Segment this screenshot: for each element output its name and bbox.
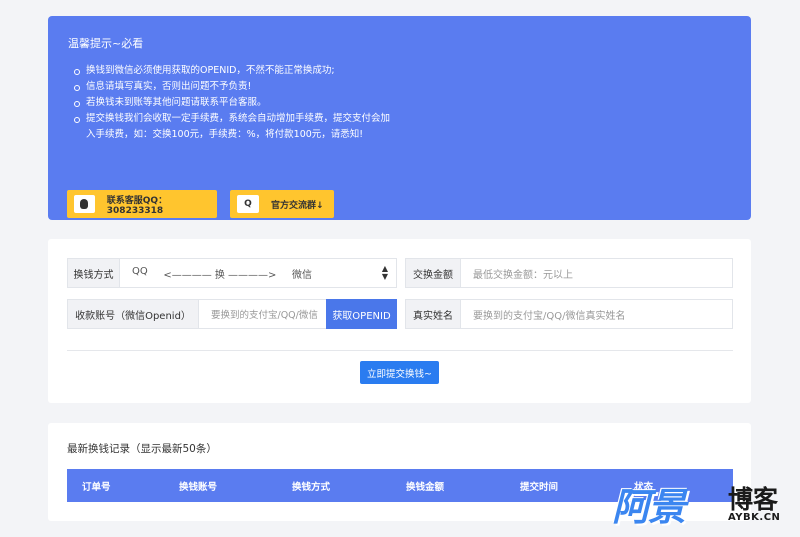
notice-item: 若换钱未到账等其他问题请联系平台客服。 [74,95,394,111]
account-field[interactable]: 收款账号（微信Openid） 要换到的支付宝/QQ/微信 获取OPENID [67,299,397,329]
notice-panel: 温馨提示~必看 换钱到微信必须使用获取的OPENID，不然不能正常换成功; 信息… [48,16,751,220]
watermark-url: AYBK.CN [728,512,781,523]
method-to: 微信 [292,269,312,281]
notice-list: 换钱到微信必须使用获取的OPENID，不然不能正常换成功; 信息请填写真实，否则… [74,63,394,143]
column-header: 订单号 [82,482,111,493]
column-header: 换钱金额 [406,482,445,493]
exchange-form: 换钱方式 QQ <———— 换 ————> 微信 ▲ ▼ 交换金额 最低交换金额：… [48,239,751,403]
notice-title: 温馨提示~必看 [68,37,144,50]
method-select[interactable]: 换钱方式 QQ <———— 换 ————> 微信 ▲ ▼ [67,258,397,288]
select-caret-icon: ▲ ▼ [381,264,388,281]
official-group-label: 官方交流群↓ [271,200,324,211]
watermark-blog: 博客 [728,485,779,514]
method-arrow: <———— 换 ————> [163,269,277,281]
submit-button[interactable]: 立即提交换钱~ [360,361,439,384]
name-label: 真实姓名 [406,300,461,328]
official-group-button[interactable]: Q 官方交流群↓ [230,190,334,218]
account-input[interactable]: 要换到的支付宝/QQ/微信 [199,300,326,328]
contact-qq-button[interactable]: 联系客服QQ：308233318 [67,190,217,218]
fetch-openid-button[interactable]: 获取OPENID [326,299,397,329]
account-label: 收款账号（微信Openid） [68,300,199,328]
contact-qq-label: 联系客服QQ：308233318 [106,195,168,216]
notice-item: 提交换钱我们会收取一定手续费，系统会自动增加手续费，提交支付会加入手续费，如：交… [74,111,394,143]
method-label: 换钱方式 [68,259,120,287]
method-value[interactable]: QQ <———— 换 ————> 微信 ▲ ▼ [120,259,396,287]
amount-input[interactable]: 最低交换金额：元以上 [461,259,732,287]
column-header: 换钱账号 [179,482,218,493]
amount-label: 交换金额 [406,259,461,287]
notice-item: 信息请填写真实，否则出问题不予负责! [74,79,394,95]
amount-field[interactable]: 交换金额 最低交换金额：元以上 [405,258,733,288]
qq-penguin-icon [74,195,95,213]
records-title: 最新换钱记录（显示最新50条） [67,443,217,455]
notice-item: 换钱到微信必须使用获取的OPENID，不然不能正常换成功; [74,63,394,79]
method-from: QQ [132,265,148,277]
q-letter-icon: Q [237,195,259,213]
watermark-big: 阿景 [612,485,686,529]
name-field[interactable]: 真实姓名 要换到的支付宝/QQ/微信真实姓名 [405,299,733,329]
column-header: 换钱方式 [292,482,331,493]
column-header: 提交时间 [520,482,559,493]
watermark-logo: 阿景 博客 AYBK.CN [612,474,800,537]
name-input[interactable]: 要换到的支付宝/QQ/微信真实姓名 [461,300,732,328]
form-divider [67,350,733,351]
